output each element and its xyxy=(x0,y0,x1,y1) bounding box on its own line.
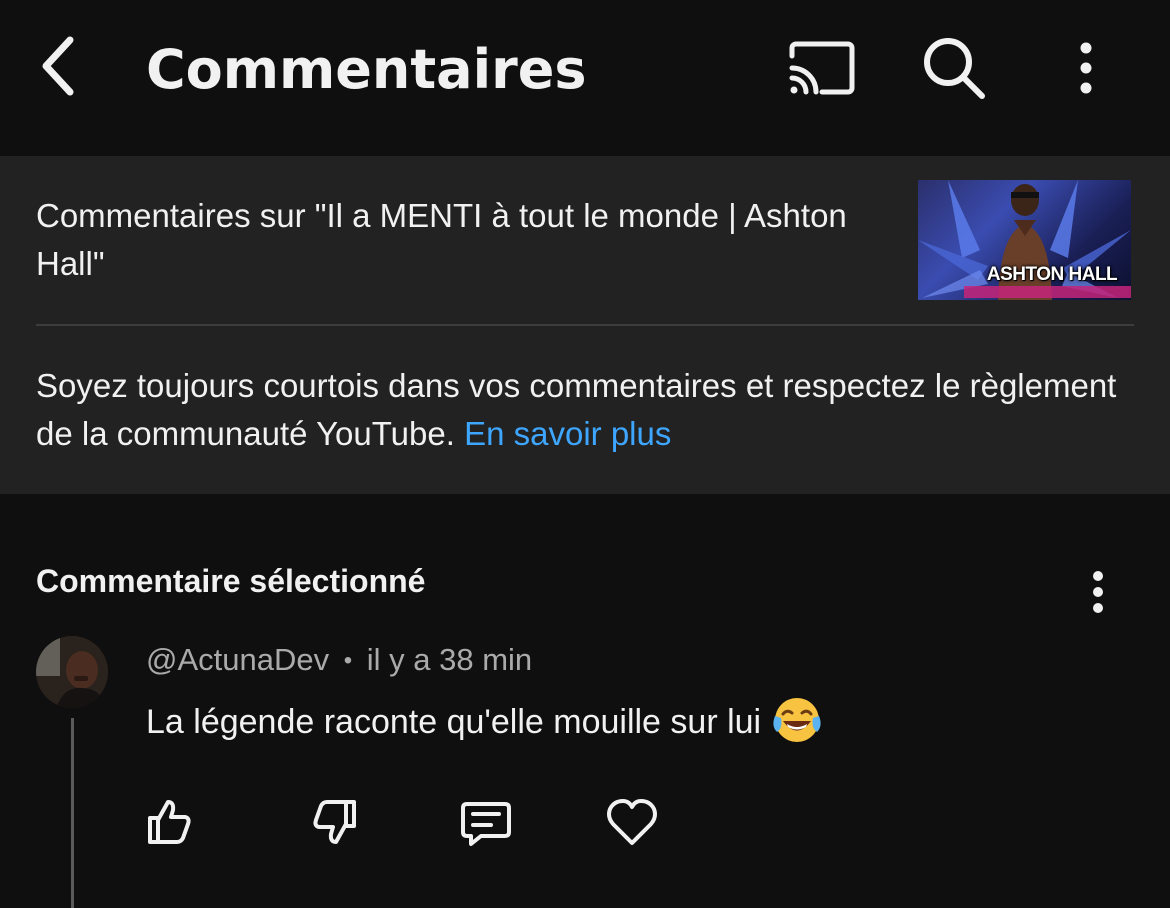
more-vert-icon xyxy=(1080,42,1092,94)
community-guidelines-notice: Soyez toujours courtois dans vos comment… xyxy=(36,362,1136,458)
video-title: Commentaires sur "Il a MENTI à tout le m… xyxy=(36,197,847,282)
comment-time: il y a 38 min xyxy=(366,642,533,677)
dislike-icon xyxy=(313,800,356,844)
comment-more-options-button[interactable] xyxy=(1068,562,1128,622)
like-button[interactable] xyxy=(136,790,200,854)
comments-header-panel: Commentaires sur "Il a MENTI à tout le m… xyxy=(0,156,1170,494)
search-button[interactable] xyxy=(914,30,994,106)
reply-icon xyxy=(461,802,511,846)
page-title: Commentaires xyxy=(146,38,587,101)
app-bar: Commentaires xyxy=(0,0,1170,156)
heart-icon xyxy=(607,799,657,845)
comment-body: La légende raconte qu'elle mouille sur l… xyxy=(146,694,823,750)
heart-button[interactable] xyxy=(600,790,664,854)
learn-more-link[interactable]: En savoir plus xyxy=(464,415,671,452)
back-icon xyxy=(42,36,74,96)
cast-button[interactable] xyxy=(782,30,862,106)
comment-text: La légende raconte qu'elle mouille sur l… xyxy=(146,703,762,741)
avatar[interactable] xyxy=(36,636,108,708)
comment-author[interactable]: @ActunaDev xyxy=(146,642,329,677)
comment-meta: @ActunaDev • il y a 38 min xyxy=(146,636,532,684)
thread-line xyxy=(71,718,74,908)
dislike-button[interactable] xyxy=(304,790,368,854)
face-with-tears-of-joy-icon xyxy=(773,698,821,743)
more-options-button[interactable] xyxy=(1046,30,1126,106)
thumbnail-title: ASHTON HALL xyxy=(986,264,1118,285)
back-button[interactable] xyxy=(28,28,88,104)
reply-button[interactable] xyxy=(454,790,518,854)
video-thumbnail[interactable]: ASHTON HALL xyxy=(918,180,1131,300)
cast-icon xyxy=(789,41,855,95)
selected-comment-heading: Commentaire sélectionné xyxy=(36,563,426,599)
divider xyxy=(36,324,1134,326)
search-icon xyxy=(924,38,985,99)
like-icon xyxy=(148,800,191,844)
more-vert-icon xyxy=(1093,571,1103,613)
thumbnail-banner xyxy=(964,286,1131,298)
avatar-image xyxy=(36,636,108,708)
meta-separator: • xyxy=(343,647,353,674)
